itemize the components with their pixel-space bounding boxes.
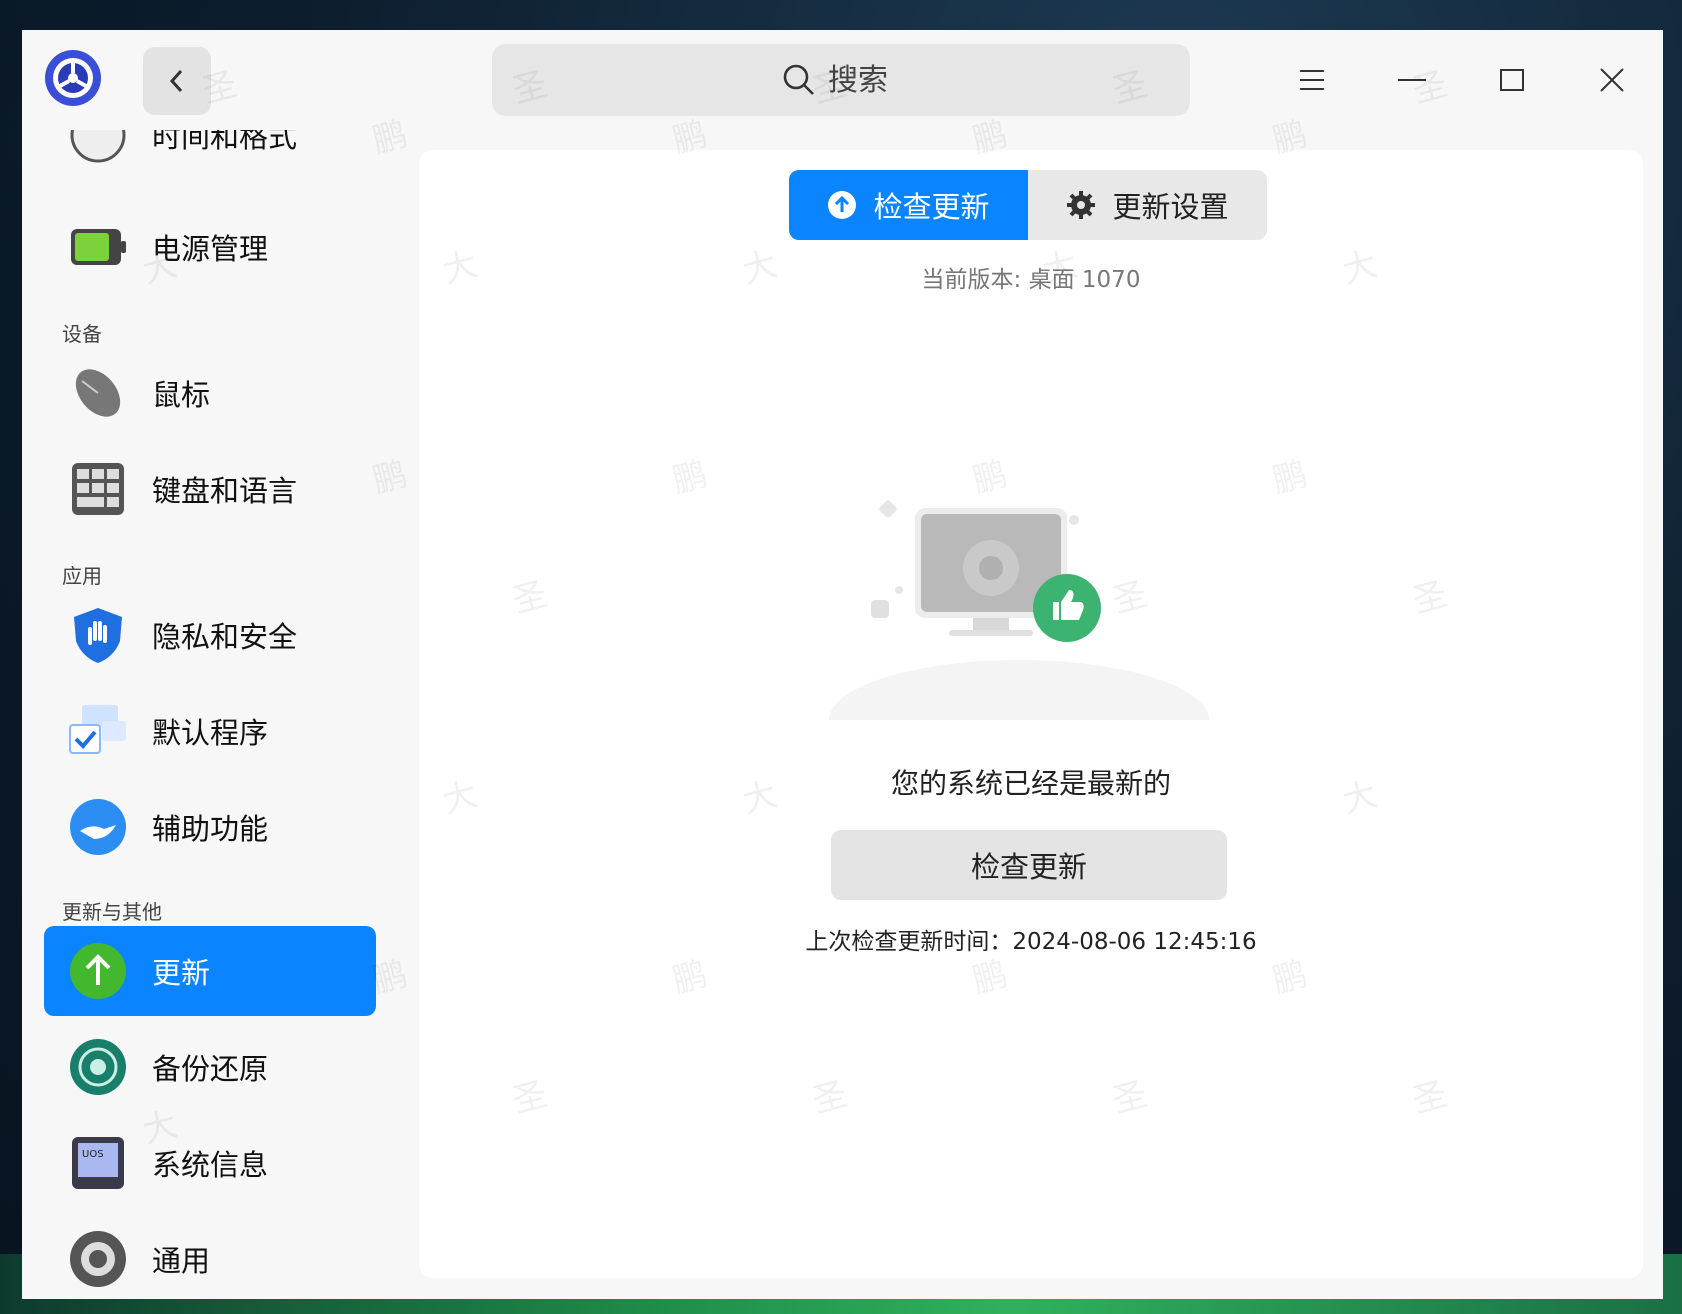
sidebar-item-backup[interactable]: 备份还原	[44, 1022, 376, 1112]
sidebar-item-privacy[interactable]: 隐私和安全	[44, 590, 376, 680]
system-uptodate-illustration	[829, 500, 1209, 720]
sidebar-item-label: 通用	[152, 1244, 211, 1278]
sidebar-item-accessibility[interactable]: 辅助功能	[44, 782, 376, 872]
tab-label: 检查更新	[873, 190, 990, 224]
sidebar-item-update[interactable]: 更新	[44, 926, 376, 1016]
last-check-time: 上次检查更新时间：2024-08-06 12:45:16	[805, 929, 1257, 955]
sidebar-item-mouse[interactable]: 鼠标	[44, 348, 376, 438]
maximize-button[interactable]	[1482, 50, 1542, 110]
sidebar-item-label: 更新	[152, 956, 211, 990]
sidebar-item-label: 默认程序	[152, 716, 269, 750]
sidebar-item-general[interactable]: 通用	[44, 1214, 376, 1299]
tab-check-update[interactable]: 检查更新	[789, 170, 1028, 240]
backup-icon	[70, 1039, 126, 1095]
section-title-update: 更新与其他	[62, 900, 162, 924]
update-tabs: 检查更新 更新设置	[789, 170, 1267, 240]
mouse-icon	[75, 369, 121, 417]
sidebar-item-label: 时间和格式	[152, 130, 298, 154]
close-button[interactable]	[1582, 50, 1642, 110]
sidebar-item-datetime[interactable]: 时间和格式	[44, 130, 376, 180]
settings-window: 时间和格式 电源管理 设备 鼠标 键盘和语	[22, 30, 1663, 1299]
current-version: 当前版本: 桌面 1070	[921, 267, 1141, 293]
sidebar-item-label: 键盘和语言	[152, 474, 298, 508]
system-info-icon: UOS	[72, 1137, 124, 1189]
upload-circle-icon	[828, 191, 857, 219]
sidebar-item-system-info[interactable]: UOS 系统信息	[44, 1118, 376, 1208]
general-gear-icon	[70, 1231, 126, 1287]
section-title-devices: 设备	[62, 322, 102, 346]
maximize-icon	[1500, 69, 1524, 91]
search-box[interactable]	[492, 44, 1190, 116]
battery-icon	[71, 229, 126, 265]
sidebar-item-default-apps[interactable]: 默认程序	[44, 686, 376, 776]
clock-icon	[70, 130, 126, 163]
tab-update-settings[interactable]: 更新设置	[1028, 170, 1267, 240]
sidebar-item-label: 隐私和安全	[152, 620, 298, 654]
sidebar-item-keyboard[interactable]: 键盘和语言	[44, 444, 376, 534]
sidebar-item-label: 辅助功能	[152, 812, 269, 846]
sidebar-item-label: 鼠标	[152, 378, 211, 412]
svg-text:UOS: UOS	[82, 1149, 104, 1160]
control-center-logo-icon	[45, 50, 101, 106]
keyboard-icon	[72, 463, 124, 515]
sidebar: 时间和格式 电源管理 设备 鼠标 键盘和语言 应用 隐私和安全 默认程序 辅助功…	[22, 130, 398, 1299]
search-icon	[783, 64, 814, 95]
status-message: 您的系统已经是最新的	[890, 767, 1171, 800]
update-arrow-icon	[70, 943, 126, 999]
sidebar-item-label: 电源管理	[152, 232, 269, 266]
menu-button[interactable]	[1282, 50, 1342, 110]
accessibility-icon	[70, 799, 126, 855]
sidebar-item-label: 备份还原	[152, 1052, 269, 1086]
chevron-left-icon	[169, 69, 183, 93]
default-apps-icon	[69, 705, 126, 754]
shield-icon	[74, 608, 122, 663]
check-update-button[interactable]: 检查更新	[831, 830, 1227, 900]
update-panel: 检查更新 更新设置 当前版本: 桌面 1070 您的系统已经是最新的 检查更新 …	[419, 150, 1643, 1278]
section-title-apps: 应用	[62, 564, 102, 588]
tab-label: 更新设置	[1112, 190, 1229, 224]
back-button[interactable]	[143, 47, 211, 115]
minimize-icon	[1398, 79, 1426, 81]
menu-icon	[1300, 70, 1324, 90]
gear-icon	[1067, 191, 1096, 219]
titlebar	[22, 30, 1663, 130]
search-input[interactable]	[826, 61, 900, 99]
sidebar-item-label: 系统信息	[152, 1148, 269, 1182]
close-icon	[1600, 68, 1624, 92]
minimize-button[interactable]	[1382, 50, 1442, 110]
sidebar-item-power[interactable]: 电源管理	[44, 202, 376, 292]
